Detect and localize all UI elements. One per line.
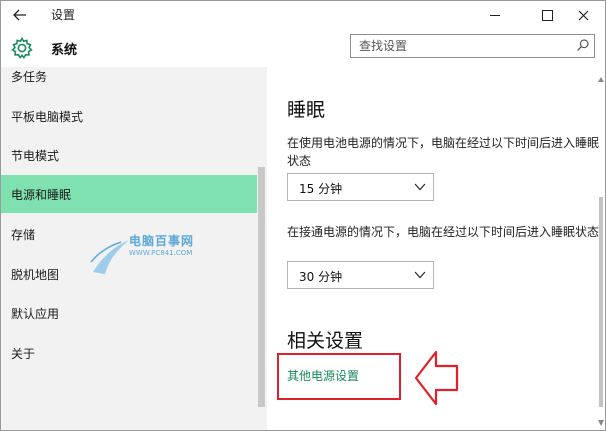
sidebar-item-label: 电源和睡眠	[11, 187, 72, 202]
sidebar: 多任务 平板电脑模式 节电模式 电源和睡眠 存储 脱机地图 默认应用 关于 电脑…	[1, 67, 267, 430]
minimize-icon	[490, 14, 500, 16]
sidebar-item-label: 默认应用	[11, 306, 60, 321]
app-title: 设置	[51, 8, 76, 22]
chevron-down-icon	[414, 271, 426, 279]
sidebar-item-about[interactable]: 关于	[1, 334, 257, 372]
watermark-subtext: WWW.PC841.COM	[129, 249, 193, 257]
plugged-sleep-dropdown[interactable]: 30 分钟	[287, 261, 434, 289]
title-bar: 设置	[1, 1, 605, 29]
search-icon[interactable]	[576, 38, 590, 52]
settings-window: 设置 系统 多	[0, 0, 606, 431]
swoosh-icon	[90, 240, 129, 274]
plugged-sleep-description: 在接通电源的情况下，电脑在经过以下时间后进入睡眠状态	[287, 225, 600, 239]
sidebar-item-power-sleep[interactable]: 电源和睡眠	[1, 175, 257, 213]
other-power-settings-link[interactable]: 其他电源设置	[287, 367, 359, 384]
search-box[interactable]	[350, 34, 595, 58]
sidebar-item-label: 脱机地图	[11, 267, 60, 282]
gear-icon	[11, 36, 33, 59]
chevron-down-icon	[414, 183, 426, 191]
sleep-heading: 睡眠	[287, 99, 326, 121]
related-settings-heading: 相关设置	[287, 330, 364, 352]
sidebar-item-label: 关于	[11, 346, 36, 361]
sidebar-item-multitasking[interactable]: 多任务	[1, 67, 257, 95]
page-header: 系统	[1, 29, 605, 67]
sidebar-item-label: 节电模式	[11, 148, 60, 163]
search-input[interactable]	[351, 35, 569, 57]
watermark-text: 电脑百事网	[129, 234, 195, 248]
sidebar-item-default-apps[interactable]: 默认应用	[1, 294, 257, 332]
sidebar-item-label: 存储	[11, 227, 36, 242]
battery-sleep-description: 在使用电池电源的情况下，电脑在经过以下时间后进入睡眠状态	[287, 136, 600, 168]
back-button[interactable]	[7, 4, 33, 26]
back-arrow-icon	[13, 9, 26, 21]
main-content: 睡眠 在使用电池电源的情况下，电脑在经过以下时间后进入睡眠状态 15 分钟 在接…	[267, 67, 605, 430]
section-title: 系统	[51, 43, 78, 58]
sidebar-item-label: 平板电脑模式	[11, 109, 84, 124]
minimize-button[interactable]	[473, 1, 517, 29]
close-button[interactable]	[561, 1, 605, 29]
content-scrollbar[interactable]	[598, 77, 604, 427]
close-icon	[578, 10, 588, 20]
battery-sleep-dropdown[interactable]: 15 分钟	[287, 173, 434, 201]
battery-sleep-value: 15 分钟	[299, 182, 343, 196]
sidebar-scrollbar[interactable]	[258, 167, 265, 407]
plugged-sleep-value: 30 分钟	[299, 270, 343, 284]
left-arrow-annotation-icon	[414, 350, 459, 406]
maximize-icon	[541, 9, 553, 21]
watermark-logo: 电脑百事网 WWW.PC841.COM	[89, 232, 249, 282]
sidebar-item-battery-saver[interactable]: 节电模式	[1, 136, 257, 174]
sidebar-item-tablet-mode[interactable]: 平板电脑模式	[1, 97, 257, 135]
sidebar-item-label: 多任务	[11, 69, 48, 84]
